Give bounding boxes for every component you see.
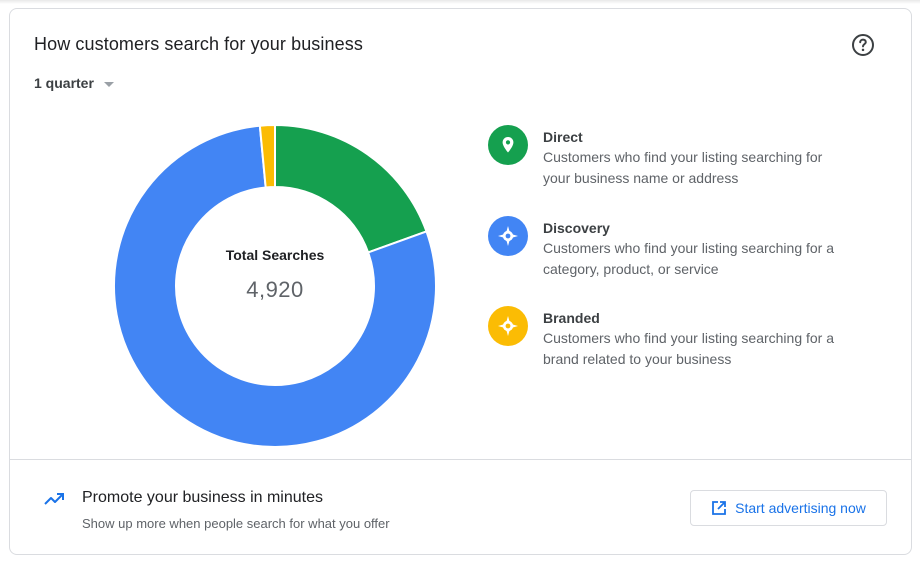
promo-subtitle: Show up more when people search for what… xyxy=(82,516,390,531)
search-insights-card: How customers search for your business 1… xyxy=(9,8,912,555)
legend-description-line: your business name or address xyxy=(543,169,739,186)
legend-item-branded: Branded Customers who find your listing … xyxy=(488,306,834,369)
donut-svg xyxy=(113,123,437,448)
open-external-icon xyxy=(712,501,727,515)
caret-down-icon xyxy=(103,81,114,87)
legend-description-line: Customers who find your listing searchin… xyxy=(543,330,835,346)
section-divider xyxy=(10,459,911,460)
legend-item-direct: Direct Customers who find your listing s… xyxy=(488,125,822,188)
legend-description: Customers who find your listing searchin… xyxy=(543,147,822,188)
legend-description-line: Customers who find your listing searchin… xyxy=(543,149,823,165)
legend-description-line: category, product, or service xyxy=(543,260,719,277)
legend-title: Direct xyxy=(543,129,583,145)
start-advertising-button[interactable]: Start advertising now xyxy=(690,490,887,526)
start-advertising-label: Start advertising now xyxy=(735,500,866,516)
compass-icon xyxy=(488,216,528,256)
help-icon[interactable] xyxy=(851,33,875,57)
legend-description: Customers who find your listing searchin… xyxy=(543,238,834,279)
compass-icon xyxy=(488,306,528,346)
legend-description: Customers who find your listing searchin… xyxy=(543,328,834,369)
legend-title: Branded xyxy=(543,310,600,326)
legend-title: Discovery xyxy=(543,220,610,236)
legend-description-line: Customers who find your listing searchin… xyxy=(543,240,835,256)
top-edge xyxy=(0,0,920,4)
trending-up-icon xyxy=(43,488,65,510)
period-dropdown-value: 1 quarter xyxy=(34,75,94,91)
card-title: How customers search for your business xyxy=(34,34,363,54)
legend-item-discovery: Discovery Customers who find your listin… xyxy=(488,216,834,279)
period-dropdown[interactable]: 1 quarter xyxy=(34,75,114,91)
donut-chart: Total Searches 4,920 xyxy=(113,123,437,448)
legend-description-line: brand related to your business xyxy=(543,350,732,367)
location-pin-icon xyxy=(488,125,528,165)
promo-title: Promote your business in minutes xyxy=(82,489,323,506)
donut-slice-direct[interactable] xyxy=(274,123,428,254)
